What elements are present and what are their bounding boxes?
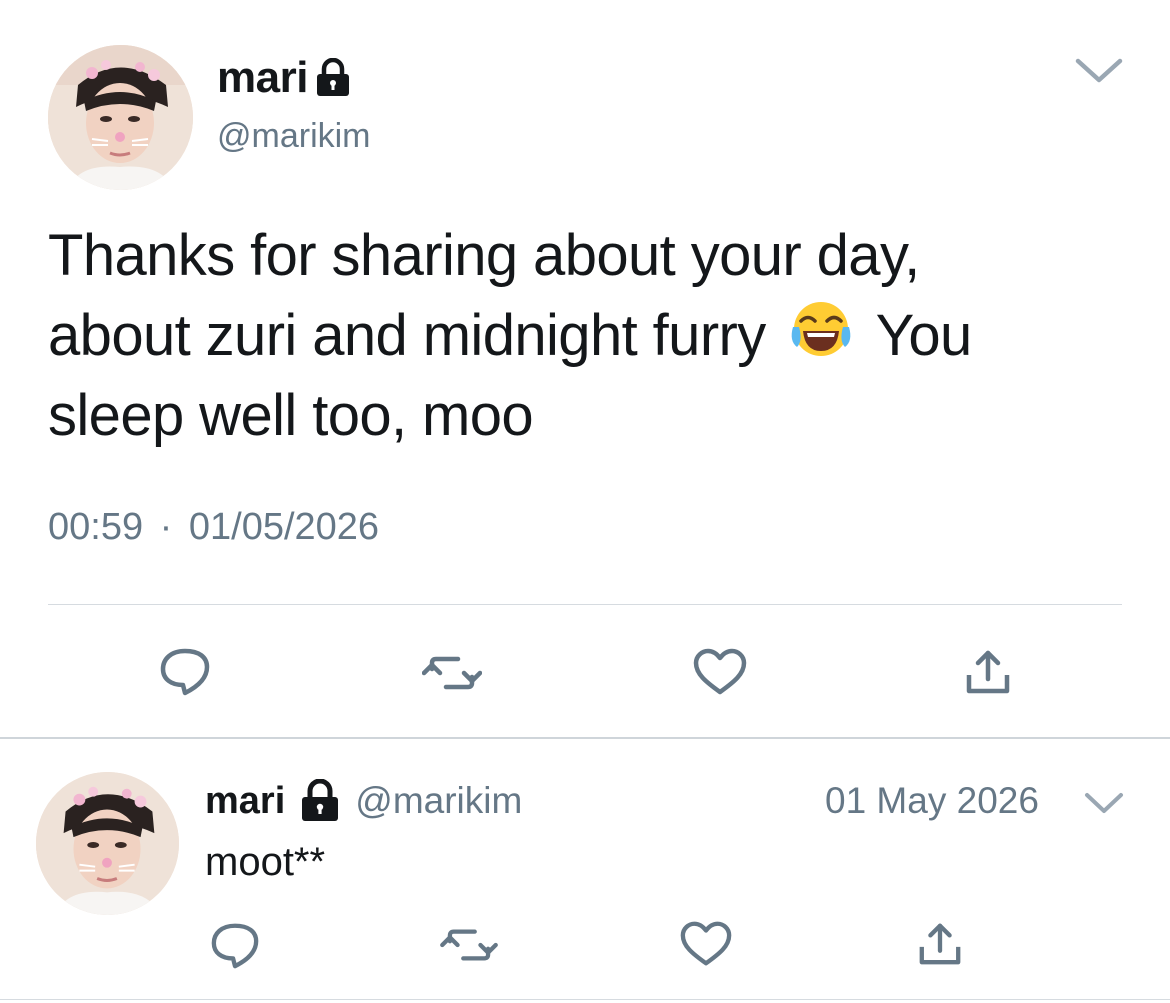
author-handle[interactable]: @marikim xyxy=(217,117,371,156)
author-name-row[interactable]: mari xyxy=(217,52,352,104)
retweet-icon[interactable] xyxy=(422,651,482,695)
chevron-down-icon[interactable] xyxy=(1083,790,1125,816)
reply-date[interactable]: 01 May 2026 xyxy=(825,780,1039,822)
lock-icon xyxy=(299,779,341,823)
reply-avatar[interactable] xyxy=(36,772,179,915)
reply-icon[interactable] xyxy=(208,920,262,970)
timestamp-separator: · xyxy=(159,506,173,548)
author-name[interactable]: mari xyxy=(217,53,308,103)
reply-author-name[interactable]: mari xyxy=(205,780,285,823)
reply-header: mari @marikim xyxy=(205,778,522,824)
reply-author-handle[interactable]: @marikim xyxy=(355,780,522,822)
face-with-tears-of-joy-emoji xyxy=(787,297,855,365)
avatar-photo xyxy=(36,772,179,915)
chevron-down-icon[interactable] xyxy=(1074,55,1124,85)
share-icon[interactable] xyxy=(963,647,1013,695)
tweet-text-line-3: sleep well too, moo xyxy=(48,383,534,448)
tweet-text-line-1: Thanks for sharing about your day, xyxy=(48,223,920,288)
share-icon[interactable] xyxy=(916,920,964,966)
divider xyxy=(48,604,1122,605)
section-divider xyxy=(0,737,1170,739)
bottom-divider xyxy=(0,999,1170,1000)
tweet-text-line-2-end: You xyxy=(875,303,973,368)
retweet-icon[interactable] xyxy=(440,924,498,966)
reply-text: moot** xyxy=(205,840,326,884)
avatar[interactable] xyxy=(48,45,193,190)
tweet-text-line-2: about zuri and midnight furry You xyxy=(48,296,1128,376)
tweet-date: 01/05/2026 xyxy=(188,506,380,548)
like-icon[interactable] xyxy=(679,920,733,968)
avatar-photo xyxy=(48,45,193,190)
tweet-text: Thanks for sharing about your day, about… xyxy=(48,216,1128,456)
tweet-timestamp[interactable]: 00:59 · 01/05/2026 xyxy=(48,506,379,549)
reply-icon[interactable] xyxy=(157,645,213,697)
tweet-text-line-2-start: about zuri and midnight furry xyxy=(48,303,766,368)
lock-icon xyxy=(314,58,352,98)
tweet-time: 00:59 xyxy=(48,506,144,548)
like-icon[interactable] xyxy=(692,648,748,696)
